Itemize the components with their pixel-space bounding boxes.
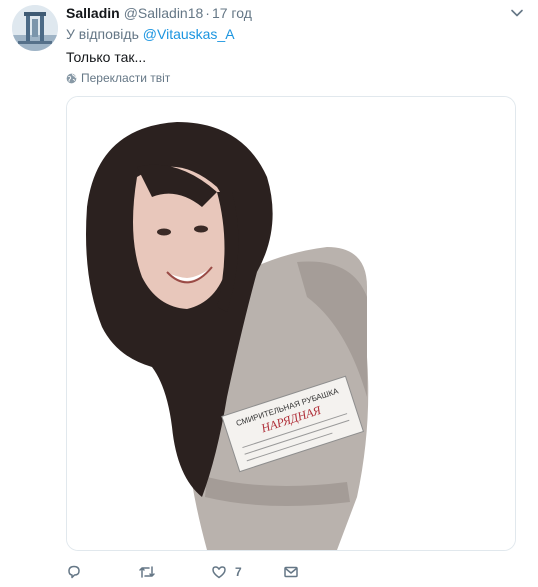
translate-label: Перекласти твіт: [81, 71, 171, 85]
tweet-text: Только так...: [66, 49, 147, 65]
separator-dot: ·: [205, 5, 210, 21]
heart-icon: [212, 566, 226, 579]
chevron-down-icon: [511, 9, 523, 17]
avatar-image: [12, 5, 58, 51]
tweet: Salladin @Salladin18 · 17 год У відповідь @…: [0, 0, 538, 587]
retweet-button[interactable]: [138, 562, 156, 582]
user-handle[interactable]: @Salladin18: [124, 5, 204, 21]
reply-context: У відповідь @Vitauskas_A: [66, 25, 235, 43]
retweet-icon: [139, 566, 155, 578]
reply-prefix: У відповідь: [66, 26, 139, 42]
globe-icon: [66, 73, 77, 83]
more-menu-button[interactable]: [510, 6, 524, 20]
display-name[interactable]: Salladin: [66, 5, 120, 21]
tweet-photo[interactable]: СМИРИТЕЛЬНАЯ РУБАШКА НАРЯДНАЯ: [66, 96, 516, 551]
direct-message-button[interactable]: [283, 562, 299, 582]
like-count: 7: [235, 565, 242, 579]
like-button[interactable]: 7: [211, 562, 242, 582]
envelope-icon: [284, 566, 298, 578]
reply-button[interactable]: [66, 562, 82, 582]
translate-tweet-link[interactable]: Перекласти твіт: [66, 70, 170, 86]
reply-icon: [68, 565, 80, 579]
tweet-header: Salladin @Salladin18 · 17 год: [66, 4, 498, 22]
tweet-actions: 7: [66, 562, 538, 582]
avatar[interactable]: [12, 5, 58, 51]
photo-image: СМИРИТЕЛЬНАЯ РУБАШКА НАРЯДНАЯ: [67, 97, 515, 550]
timestamp[interactable]: 17 год: [212, 5, 252, 21]
reply-handle-link[interactable]: @Vitauskas_A: [143, 26, 235, 42]
